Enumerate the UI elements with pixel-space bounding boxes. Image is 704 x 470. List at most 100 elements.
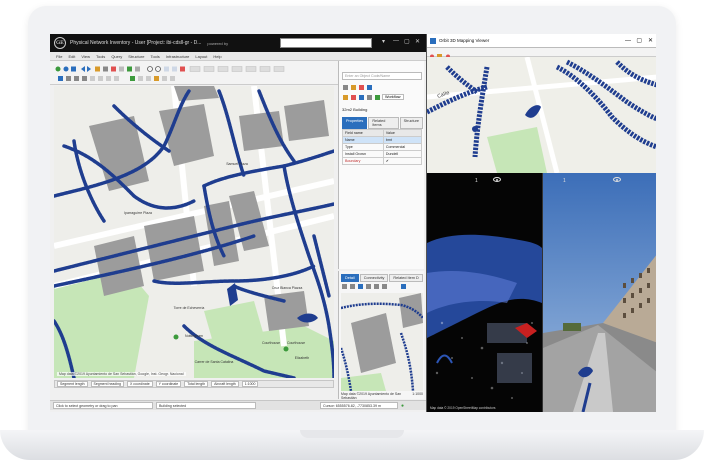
- detail-status: Map data ©2019 Ayuntamiento de San Sebas…: [341, 392, 423, 400]
- row-value[interactable]: Dundell: [382, 150, 423, 158]
- menu-help[interactable]: Help: [213, 54, 221, 59]
- main-map-attribution: Map data ©2019 Ayuntamiento de San Sebas…: [57, 372, 186, 376]
- powered-by: powered by: [207, 40, 229, 46]
- row-field: Boundary: [342, 157, 384, 165]
- row-field: Name: [342, 136, 384, 144]
- segment-heading-field[interactable]: Segment heading: [90, 381, 124, 387]
- detail-map-canvas[interactable]: [341, 293, 423, 391]
- point-cloud-canvas[interactable]: [427, 173, 542, 412]
- viewer-toolbar: [427, 48, 656, 59]
- map-label-courthouse-1: Courthouse: [261, 341, 281, 345]
- viewer-minimize-icon[interactable]: —: [625, 38, 631, 44]
- tab-detail[interactable]: Detail: [341, 274, 359, 282]
- viewer-title-bar: Orbit 3D Mapping Viewer — ▢ ✕: [427, 34, 656, 48]
- table-row[interactable]: Boundary ✔: [342, 157, 423, 165]
- map-label-samuel-plaza: Samuel Plaza: [226, 162, 248, 166]
- main-map-view[interactable]: Samuel Plaza Iparraguirre Plaza Cruz Bla…: [54, 86, 334, 378]
- object-search-input[interactable]: Enter an Object Code/Name: [342, 72, 422, 80]
- map-label-elizabeth: Elizabeth: [294, 356, 310, 360]
- viewer-title: Orbit 3D Mapping Viewer: [439, 38, 490, 43]
- street-view-canvas[interactable]: [543, 173, 656, 412]
- title-search-input[interactable]: [280, 38, 372, 48]
- minimize-icon[interactable]: —: [393, 38, 399, 44]
- laptop-notch: [300, 430, 404, 438]
- map-label-santa-catalina: Carrer de Santa Catalina: [194, 360, 234, 364]
- pointcloud-pane-number: 1: [475, 178, 478, 184]
- viewer-close-icon[interactable]: ✕: [648, 37, 653, 44]
- laptop-screen: GE Physical Network Inventory - User [Pr…: [50, 34, 656, 412]
- logo-text: GE: [56, 40, 64, 46]
- menu-file[interactable]: File: [56, 54, 62, 59]
- detail-pane: Detail Connectivity Related Item D Map d…: [338, 271, 424, 400]
- row-field: Type: [342, 143, 384, 151]
- menu-tools-2[interactable]: Tools: [150, 54, 159, 59]
- menu-query[interactable]: Query: [111, 54, 122, 59]
- menu-structure[interactable]: Structure: [128, 54, 144, 59]
- detail-tabs: Detail Connectivity Related Item D: [341, 274, 424, 282]
- status-selection: Building selected: [156, 402, 256, 409]
- map-label-cruz-blanca: Cruz Blanca Piazza: [271, 286, 303, 290]
- close-icon[interactable]: ✕: [415, 38, 420, 45]
- window-title: Physical Network Inventory - User [Proje…: [70, 40, 202, 46]
- street-eye-icon[interactable]: [613, 177, 621, 182]
- menu-layout[interactable]: Layout: [195, 54, 207, 59]
- map-label-nottingham: Nottingham: [185, 334, 203, 338]
- scale-select[interactable]: 1:1000: [241, 381, 259, 387]
- viewer-app-icon: [430, 37, 436, 44]
- detail-scale[interactable]: 1:1000: [412, 392, 423, 398]
- tab-related-items[interactable]: Related Items: [368, 117, 399, 129]
- tab-related-item-d[interactable]: Related Item D: [389, 274, 423, 282]
- orbit-viewer-window: Orbit 3D Mapping Viewer — ▢ ✕ Calle 1 Ma…: [426, 34, 656, 412]
- y-coordinate-field[interactable]: Y coordinate: [155, 381, 182, 387]
- col-field-name: Field name: [342, 129, 384, 137]
- detail-map-view[interactable]: [341, 293, 423, 391]
- pointcloud-eye-icon[interactable]: [493, 177, 501, 182]
- selection-title: 32m2 Building: [342, 107, 368, 112]
- panel-toolbar: Workflow: [342, 83, 422, 105]
- menu-edit[interactable]: Edit: [68, 54, 75, 59]
- detail-attribution: Map data ©2019 Ayuntamiento de San Sebas…: [341, 392, 402, 400]
- row-value[interactable]: Commercial: [382, 143, 423, 151]
- aircraft-length-field[interactable]: Aircraft length: [211, 381, 239, 387]
- ge-logo-icon: GE: [54, 37, 66, 49]
- title-bar: GE Physical Network Inventory - User [Pr…: [50, 34, 426, 52]
- row-value[interactable]: ✔: [382, 157, 423, 165]
- street-view-pane[interactable]: 1: [542, 173, 656, 412]
- pointcloud-attribution: Map data © 2019 OpenStreetMap contributo…: [430, 406, 496, 410]
- viewer-maximize-icon[interactable]: ▢: [636, 37, 642, 44]
- workflow-dropdown[interactable]: Workflow: [382, 94, 404, 100]
- row-field: Install Grown: [342, 150, 384, 158]
- x-coordinate-field[interactable]: X coordinate: [126, 381, 153, 387]
- street-pane-number: 1: [563, 178, 566, 184]
- map-label-courthouse-2: Courthouse: [286, 341, 306, 345]
- menu-infrastructure[interactable]: Infrastructure: [166, 54, 190, 59]
- col-value: Value: [382, 129, 423, 137]
- viewer-map-canvas[interactable]: Calle: [427, 57, 656, 173]
- detail-toolbar-icons[interactable]: [341, 283, 423, 291]
- table-row[interactable]: Install Grown Dundell: [342, 150, 423, 158]
- status-hint: Click to select geometry or drag to pan: [53, 402, 153, 409]
- point-cloud-pane[interactable]: 1 Map data © 2019 OpenStreetMap contribu…: [427, 173, 542, 412]
- maximize-icon[interactable]: ▢: [404, 38, 410, 45]
- main-app-window: GE Physical Network Inventory - User [Pr…: [50, 34, 426, 412]
- map-label-torre: Torre de Echeverría: [173, 306, 205, 310]
- table-row[interactable]: Name bmt: [342, 136, 423, 144]
- map-toolbar: [50, 61, 340, 85]
- toolbar-icons[interactable]: [50, 61, 340, 85]
- menu-view[interactable]: View: [81, 54, 90, 59]
- panel-tabs: Properties Related Items Structure: [342, 117, 424, 129]
- table-row[interactable]: Type Commercial: [342, 143, 423, 151]
- table-header-row: Field name Value: [342, 129, 423, 137]
- viewer-map-pane[interactable]: Calle: [427, 57, 656, 173]
- row-value[interactable]: bmt: [382, 136, 423, 144]
- tab-connectivity[interactable]: Connectivity: [359, 274, 389, 282]
- tab-structure[interactable]: Structure: [399, 117, 423, 129]
- segment-length-field[interactable]: Segment length: [57, 381, 88, 387]
- dropdown-icon[interactable]: ▾: [382, 38, 385, 45]
- tab-properties[interactable]: Properties: [342, 117, 368, 129]
- measure-status-bar: Segment length Segment heading X coordin…: [54, 380, 334, 388]
- status-coords: Cursor: 6555576.82, -7730853.39 m: [320, 402, 398, 409]
- total-length-field[interactable]: Total length: [184, 381, 209, 387]
- menu-bar: File Edit View Tools Query Structure Too…: [50, 52, 426, 61]
- menu-tools[interactable]: Tools: [96, 54, 105, 59]
